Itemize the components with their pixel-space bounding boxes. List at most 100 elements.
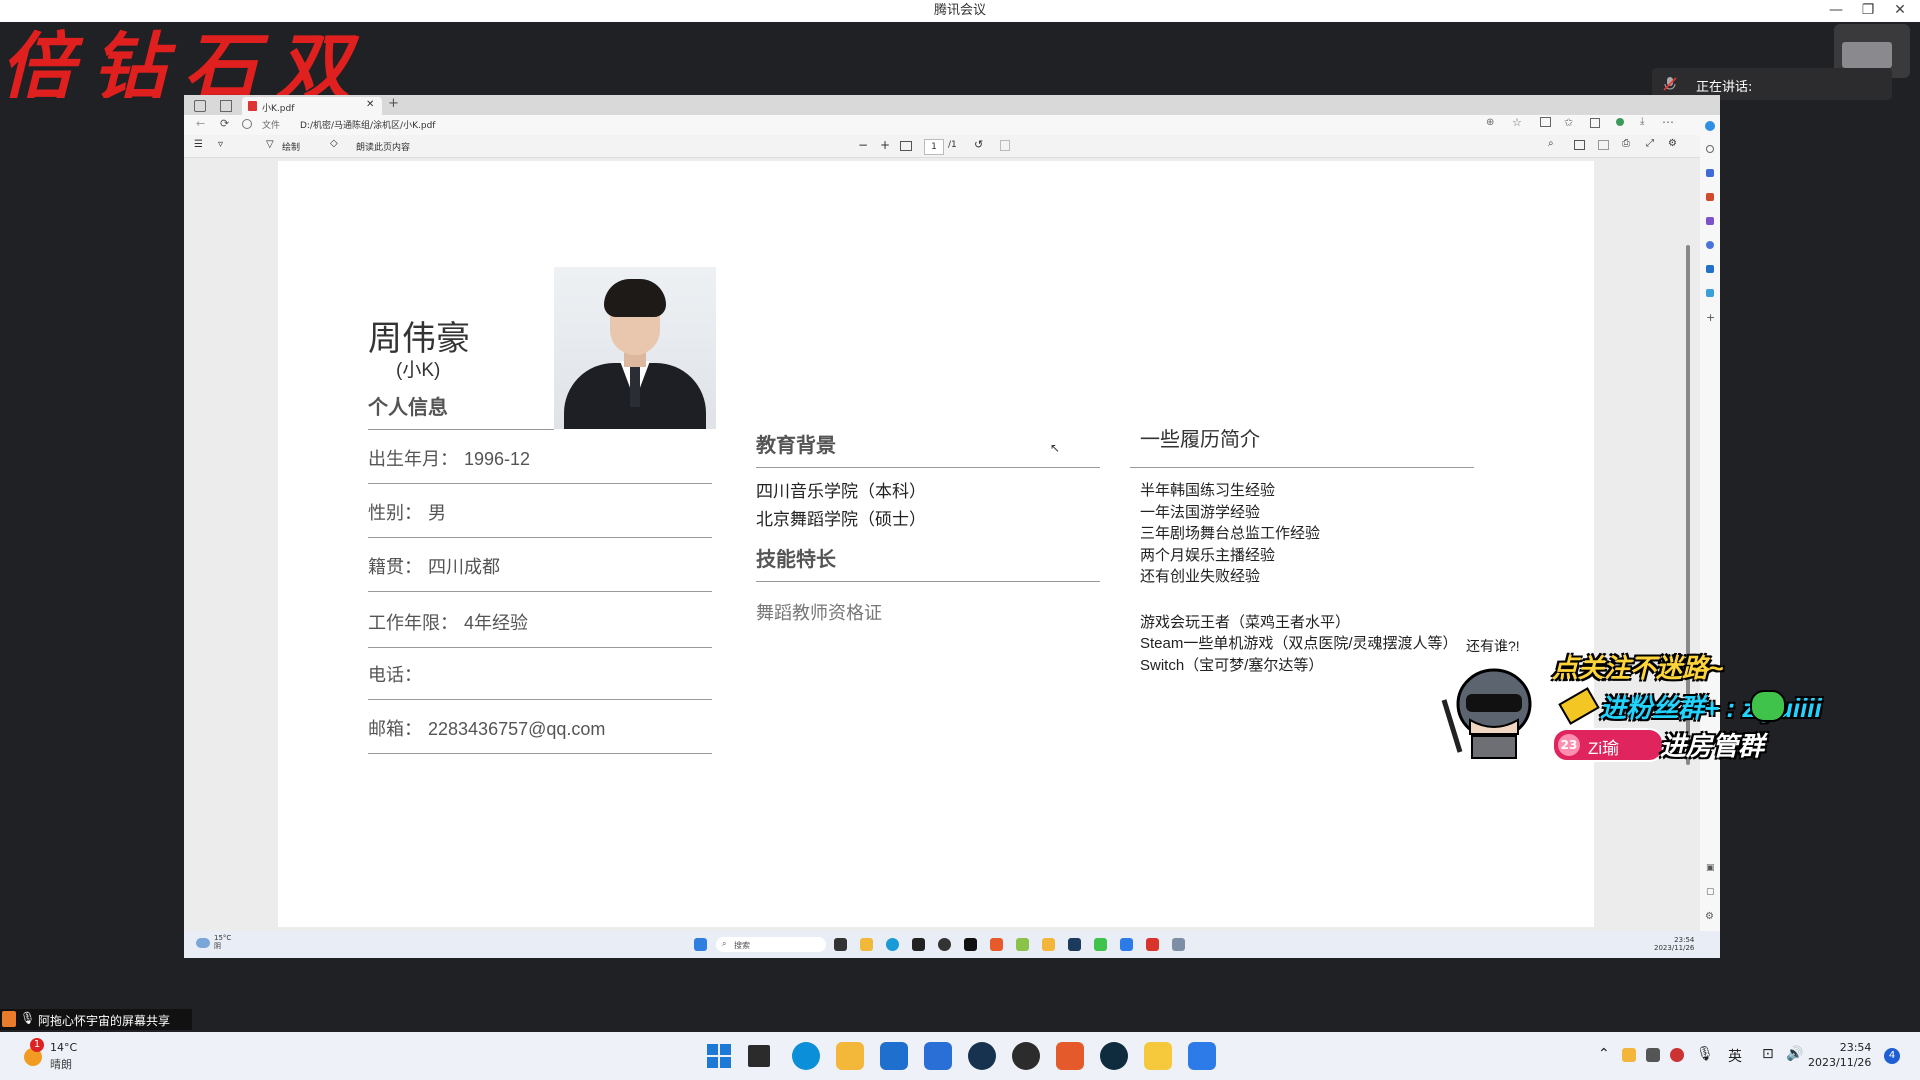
inner-wechat-icon[interactable] [1094, 938, 1107, 951]
app-icon[interactable] [1056, 1042, 1084, 1070]
favorite-star-icon[interactable]: ☆ [1512, 116, 1522, 129]
inner-app-icon[interactable] [1016, 938, 1029, 951]
page-number-input[interactable]: 1 [924, 139, 944, 155]
games-icon[interactable] [1706, 217, 1714, 225]
inner-taskview-icon[interactable] [834, 938, 847, 951]
fullscreen-icon[interactable]: ⤢ [1646, 138, 1654, 149]
edge-sidebar: + ▣ ▢ ⚙ [1700, 115, 1720, 958]
draw-icon[interactable]: ▽ [266, 139, 274, 150]
info-icon[interactable] [242, 119, 252, 129]
print-icon[interactable] [1574, 140, 1585, 150]
page-view-icon[interactable] [1000, 140, 1010, 151]
tools-icon[interactable] [1706, 169, 1714, 177]
tray-app-icon[interactable] [1622, 1048, 1636, 1062]
file-explorer-icon[interactable] [836, 1042, 864, 1070]
edge-icon[interactable] [792, 1042, 820, 1070]
inner-obs-icon[interactable] [938, 938, 951, 951]
collections-icon[interactable] [1590, 118, 1600, 128]
tray-mic-icon[interactable]: 🎙 [1696, 1046, 1714, 1062]
start-icon[interactable] [705, 1042, 733, 1070]
download-icon[interactable]: ⤓ [1640, 116, 1644, 127]
sidebar-layout-icon[interactable]: ▣ [1706, 863, 1715, 873]
inner-search-box[interactable]: ⌕ 搜索 [716, 937, 826, 952]
sidebar-hide-icon[interactable]: ▢ [1706, 887, 1715, 897]
save-as-icon[interactable] [1598, 140, 1609, 150]
store-icon[interactable] [880, 1042, 908, 1070]
drop-icon[interactable] [1706, 289, 1714, 297]
inner-app-icon[interactable] [964, 938, 977, 951]
clock[interactable]: 23:54 2023/11/26 [1808, 1040, 1871, 1070]
inner-edge-icon[interactable] [886, 938, 899, 951]
close-button[interactable]: ✕ [1884, 0, 1916, 22]
tray-expand-icon[interactable]: ⌃ [1598, 1046, 1610, 1062]
workspaces-icon[interactable] [194, 100, 206, 112]
contents-icon[interactable]: ☰ [194, 139, 203, 150]
ime-indicator[interactable]: 英 [1728, 1046, 1742, 1066]
inner-app-icon[interactable] [990, 938, 1003, 951]
microsoft365-icon[interactable] [1706, 241, 1714, 249]
tray-app-icon[interactable] [1670, 1048, 1684, 1062]
zoom-out-button[interactable]: − [858, 138, 868, 152]
outlook-icon[interactable] [1706, 265, 1714, 273]
divider [368, 753, 712, 754]
read-aloud-button[interactable]: 朗读此页内容 [356, 140, 410, 153]
inner-weather-icon[interactable] [196, 938, 210, 948]
inner-meeting-icon[interactable] [1120, 938, 1133, 951]
more-icon[interactable]: ⋯ [1662, 115, 1674, 129]
inner-terminal-icon[interactable] [912, 938, 925, 951]
settings-icon[interactable]: ⚙ [1668, 138, 1677, 149]
tencent-meeting-icon[interactable] [1188, 1042, 1216, 1070]
app-icon[interactable] [1100, 1042, 1128, 1070]
back-icon[interactable]: ← [196, 117, 205, 130]
sidebar-settings-icon[interactable]: ⚙ [1705, 911, 1714, 922]
favorites-icon[interactable]: ✩ [1564, 116, 1573, 129]
skill-item: 舞蹈教师资格证 [756, 603, 882, 623]
mail-icon[interactable] [924, 1042, 952, 1070]
sidebar-search-icon[interactable] [1706, 145, 1714, 153]
zoom-icon[interactable]: ⊕ [1486, 117, 1494, 128]
share-label-text: 阿拖心怀宇宙的屏幕共享 [38, 1014, 171, 1028]
zoom-in-button[interactable]: + [880, 138, 890, 152]
inner-explorer-icon[interactable] [860, 938, 873, 951]
add-sidebar-icon[interactable]: + [1706, 311, 1715, 324]
search-icon[interactable]: ⌕ [1548, 138, 1554, 149]
tab-pdf[interactable]: 小K.pdf ✕ [242, 97, 382, 115]
taskbar: 1 14°C 晴朗 ⌃ 🎙 英 ⊡ 🔊 23:54 2023/11/26 4 [0, 1032, 1920, 1080]
inner-app-icon[interactable] [1042, 938, 1055, 951]
rotate-icon[interactable]: ↺ [974, 138, 983, 151]
copilot-icon[interactable] [1705, 121, 1715, 131]
eraser-icon[interactable]: ◇ [330, 138, 338, 149]
extension-icon[interactable] [1616, 118, 1624, 126]
address-field[interactable]: D:/机密/马通陈组/涂机区/小K.pdf [300, 118, 435, 131]
steam-icon[interactable] [968, 1042, 996, 1070]
inner-steam-icon[interactable] [1068, 938, 1081, 951]
tab-actions-icon[interactable] [220, 100, 232, 112]
app-icon[interactable] [1144, 1042, 1172, 1070]
inner-app-icon[interactable] [1146, 938, 1159, 951]
user-icon [2, 1011, 16, 1027]
network-icon[interactable]: ⊡ [1762, 1046, 1774, 1062]
inner-start-icon[interactable] [694, 938, 707, 951]
fit-page-icon[interactable] [900, 141, 912, 151]
new-tab-button[interactable]: + [388, 96, 399, 111]
highlight-icon[interactable]: ▿ [218, 139, 223, 150]
tray-app-icon[interactable] [1646, 1048, 1660, 1062]
badge-level: 23 [1558, 734, 1580, 756]
mic-icon: 🎙 [20, 1011, 36, 1025]
task-view-icon[interactable] [748, 1045, 770, 1067]
scrollbar[interactable] [1686, 245, 1690, 765]
tab-close-icon[interactable]: ✕ [366, 99, 374, 110]
shopping-icon[interactable] [1706, 193, 1714, 201]
restore-button[interactable]: ❐ [1852, 0, 1884, 22]
obs-icon[interactable] [1012, 1042, 1040, 1070]
split-screen-icon[interactable] [1540, 117, 1551, 127]
speaking-label: 正在讲话: [1696, 80, 1753, 95]
screen-share-label[interactable]: 🎙 阿拖心怀宇宙的屏幕共享 [0, 1009, 192, 1030]
save-icon[interactable]: ⎙ [1622, 138, 1630, 149]
notification-badge[interactable]: 4 [1884, 1048, 1900, 1064]
draw-label[interactable]: 绘制 [282, 140, 300, 153]
minimize-button[interactable]: — [1820, 0, 1852, 22]
volume-icon[interactable]: 🔊 [1786, 1046, 1803, 1062]
inner-settings-icon[interactable] [1172, 938, 1185, 951]
refresh-icon[interactable]: ⟳ [220, 117, 229, 130]
